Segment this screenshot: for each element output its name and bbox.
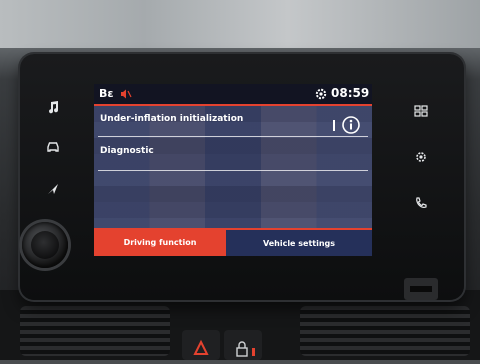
bottom-tab-bar: Driving function Vehicle settings: [94, 228, 372, 256]
menu-item-label: Diagnostic: [100, 146, 154, 156]
volume-knob[interactable]: [22, 222, 68, 268]
usb-slot: [410, 286, 432, 292]
phone-icon[interactable]: [410, 192, 432, 214]
tab-label: Vehicle settings: [262, 238, 336, 248]
settings-gear-icon[interactable]: [314, 87, 328, 101]
volume-knob-center: [31, 231, 59, 259]
tab-vehicle-settings[interactable]: Vehicle settings: [226, 228, 372, 256]
tab-driving-function[interactable]: Driving function: [94, 228, 226, 256]
navigation-arrow-icon[interactable]: [42, 178, 64, 200]
menu-divider: [98, 136, 368, 137]
apps-grid-icon[interactable]: [410, 100, 432, 122]
windshield-view: [0, 0, 480, 48]
car-icon[interactable]: [42, 136, 64, 158]
clock: 08:59: [331, 86, 370, 100]
central-lock-button[interactable]: [224, 330, 262, 360]
air-vent-left: [20, 306, 170, 356]
air-vent-right: [300, 306, 470, 356]
menu-item-label: Under-inflation initialization: [100, 114, 244, 124]
status-bar: Bε 08:59: [94, 84, 372, 106]
info-separator: [333, 120, 335, 131]
music-note-icon[interactable]: [42, 96, 64, 118]
bluetooth-indicator: Bε: [99, 87, 114, 100]
touchscreen: Bε 08:59 Under-inflation initialization …: [94, 84, 372, 256]
menu-item-diagnostic[interactable]: Diagnostic: [94, 140, 372, 168]
lock-icon: [236, 341, 255, 357]
menu-divider: [98, 170, 368, 171]
tab-label: Driving function: [123, 237, 197, 247]
hazard-button[interactable]: [182, 330, 220, 360]
hazard-triangle-icon: [193, 339, 209, 355]
gear-icon[interactable]: [410, 146, 432, 168]
speaker-muted-icon: [121, 89, 132, 99]
menu-item-under-inflation[interactable]: Under-inflation initialization: [94, 106, 372, 134]
usb-port: [404, 278, 438, 300]
info-icon[interactable]: [341, 115, 361, 135]
